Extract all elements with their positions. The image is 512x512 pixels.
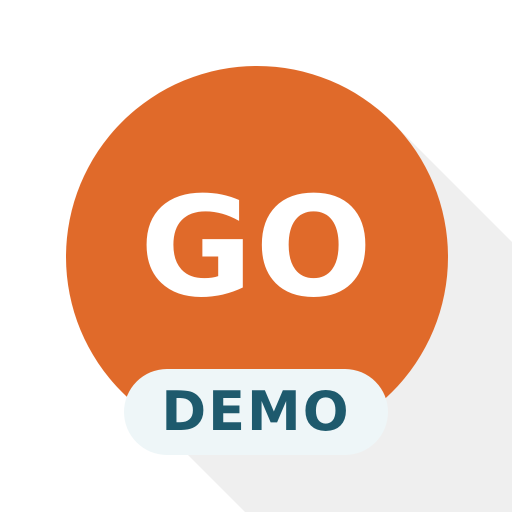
demo-badge-label: DEMO (161, 380, 351, 443)
logo-go-text: GO (139, 167, 375, 328)
demo-badge: DEMO (124, 369, 388, 455)
app-icon: GO DEMO (0, 0, 512, 512)
